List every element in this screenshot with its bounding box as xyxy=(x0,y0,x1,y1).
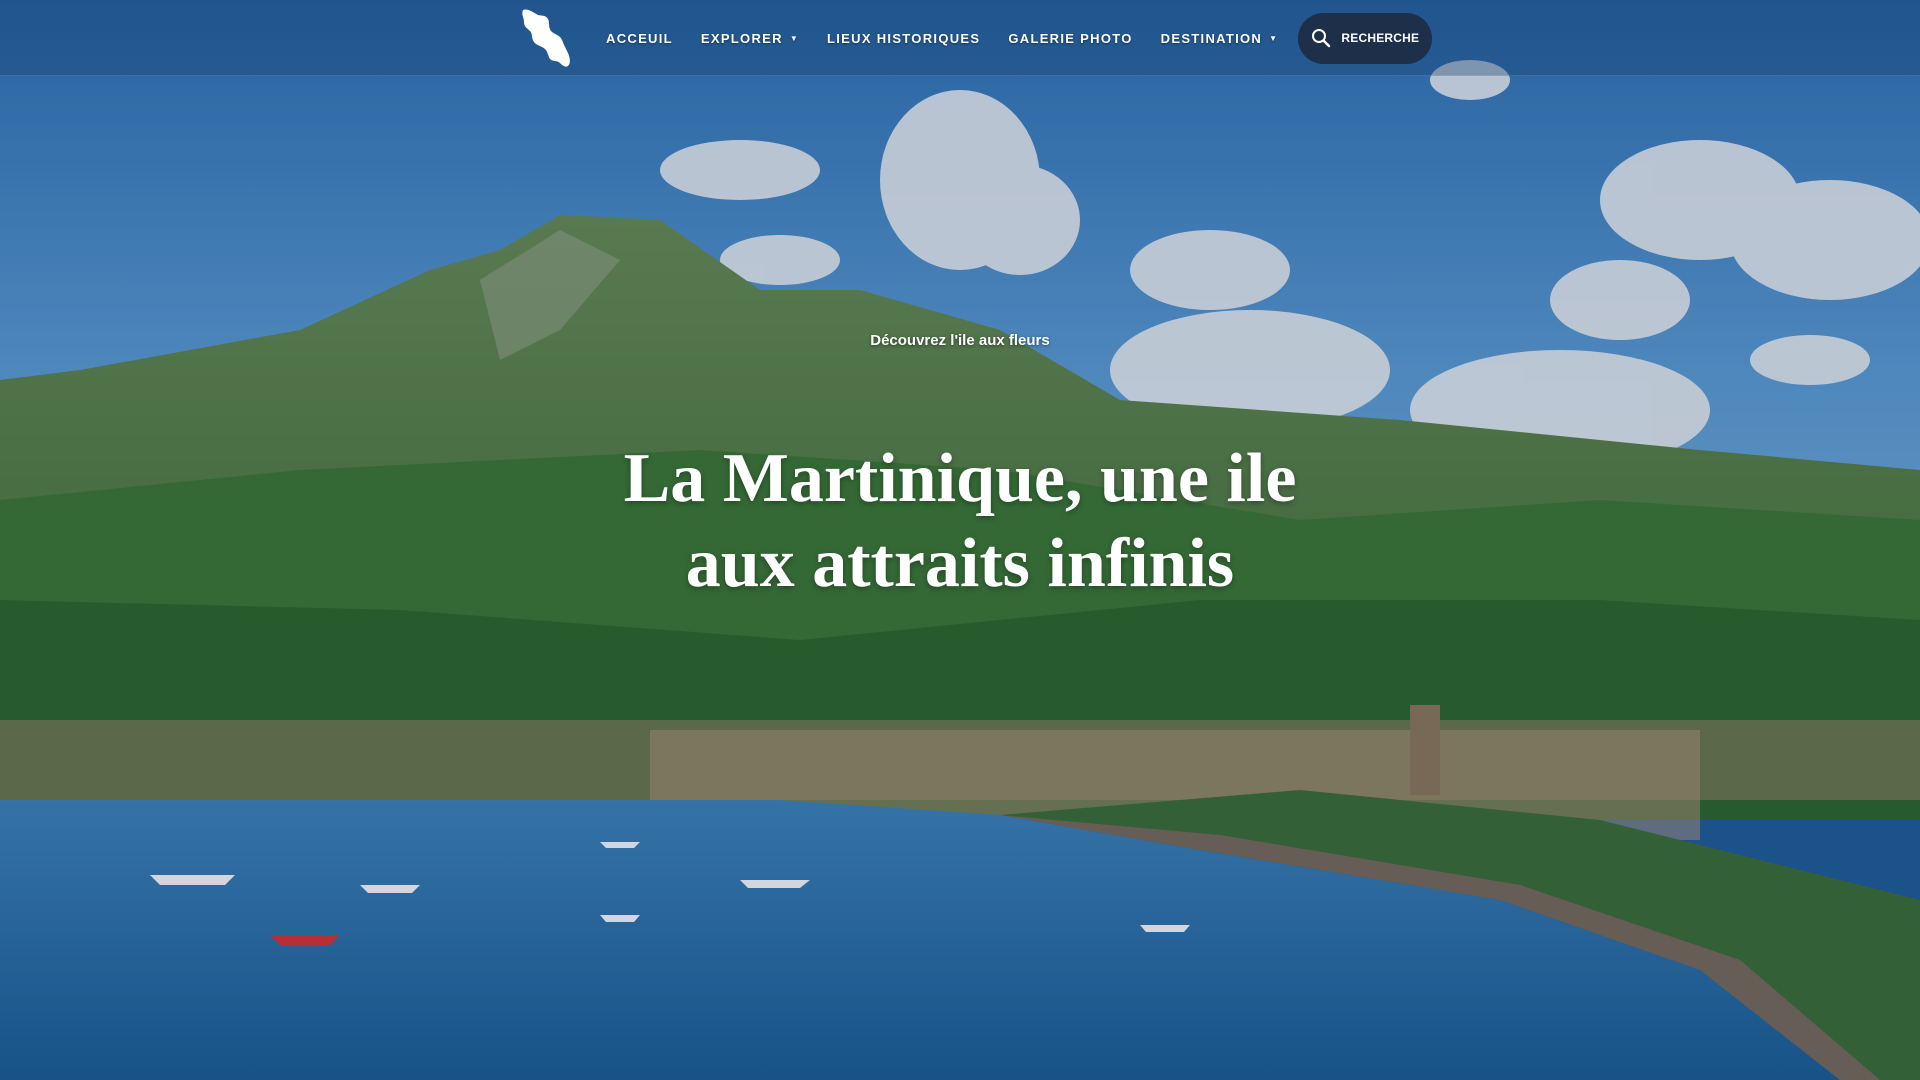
nav-galerie-photo-label: GALERIE PHOTO xyxy=(1008,30,1133,46)
search-button-label: RECHERCHE xyxy=(1341,31,1420,45)
nav-explorer[interactable]: EXPLORER ▼ xyxy=(701,31,799,46)
caret-down-icon: ▼ xyxy=(789,33,800,43)
nav-lieux-historiques[interactable]: LIEUX HISTORIQUES xyxy=(827,31,980,46)
search-button[interactable]: RECHERCHE xyxy=(1298,12,1433,64)
main-nav: ACCEUIL EXPLORER ▼ LIEUX HISTORIQUES GAL… xyxy=(520,0,1433,76)
martinique-island-icon[interactable] xyxy=(520,7,574,69)
search-icon xyxy=(1312,29,1331,48)
nav-destination-label: DESTINATION xyxy=(1160,30,1263,46)
nav-acceuil[interactable]: ACCEUIL xyxy=(606,31,673,46)
nav-acceuil-label: ACCEUIL xyxy=(606,30,673,46)
nav-galerie-photo[interactable]: GALERIE PHOTO xyxy=(1008,31,1132,46)
hero-headline: La Martinique, une ile aux attraits infi… xyxy=(623,440,1297,602)
hero-kicker: Découvrez l'ile aux fleurs xyxy=(870,332,1050,349)
nav-lieux-historiques-label: LIEUX HISTORIQUES xyxy=(827,30,981,46)
site-header: ACCEUIL EXPLORER ▼ LIEUX HISTORIQUES GAL… xyxy=(0,0,1920,76)
nav-destination[interactable]: DESTINATION ▼ xyxy=(1161,31,1279,46)
nav-explorer-label: EXPLORER xyxy=(700,30,783,46)
caret-down-icon: ▼ xyxy=(1269,33,1279,43)
